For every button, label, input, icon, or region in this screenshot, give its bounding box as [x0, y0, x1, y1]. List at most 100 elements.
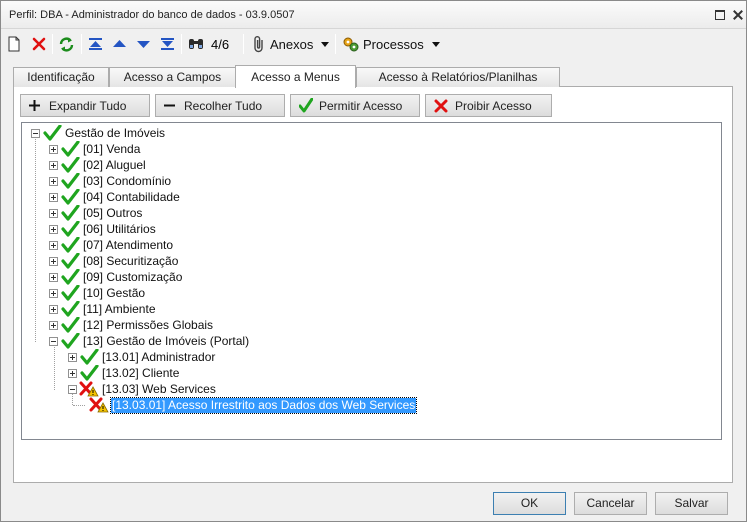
expand-icon[interactable]: [68, 352, 77, 362]
allowed-check-icon: [60, 140, 80, 157]
recolher-tudo-label: Recolher Tudo: [184, 98, 263, 113]
tree-node[interactable]: [05] Outros: [49, 204, 143, 221]
tree-node-label: [13.03.01] Acesso Irrestrito aos Dados d…: [109, 396, 418, 414]
tree-node-label: [04] Contabilidade: [83, 189, 180, 204]
gears-icon: [342, 35, 360, 53]
tree-node-label: [12] Permissões Globais: [83, 317, 214, 332]
tree-node[interactable]: [04] Contabilidade: [49, 188, 181, 205]
proibir-acesso-button[interactable]: Proibir Acesso: [425, 94, 552, 117]
allowed-check-icon: [60, 188, 80, 205]
tree-node-label: Gestão de Imóveis: [65, 125, 166, 140]
processos-dropdown-icon: [431, 41, 440, 47]
tab-acesso-relatorios[interactable]: Acesso à Relatórios/Planilhas: [356, 67, 560, 87]
collapse-icon[interactable]: [68, 384, 77, 394]
tree-node-label: [13.02] Cliente: [102, 365, 180, 380]
collapse-icon[interactable]: [31, 128, 40, 138]
allowed-check-icon: [60, 300, 80, 317]
tree-node[interactable]: [06] Utilitários: [49, 220, 157, 237]
new-record-icon[interactable]: [7, 33, 21, 55]
tree-node-label: [01] Venda: [83, 141, 141, 156]
tree-node-label: [10] Gestão: [83, 285, 146, 300]
tree-node[interactable]: [10] Gestão: [49, 284, 146, 301]
expandir-tudo-button[interactable]: Expandir Tudo: [20, 94, 150, 117]
permitir-acesso-label: Permitir Acesso: [319, 98, 403, 113]
previous-record-icon[interactable]: [112, 33, 127, 55]
expand-icon[interactable]: [49, 256, 58, 266]
expand-icon[interactable]: [49, 320, 58, 330]
allowed-check-icon: [60, 332, 80, 349]
anexos-dropdown-icon: [321, 41, 330, 47]
tab-acesso-menus[interactable]: Acesso a Menus: [235, 65, 356, 88]
tree-node[interactable]: [07] Atendimento: [49, 236, 174, 253]
tree-node[interactable]: [12] Permissões Globais: [49, 316, 214, 333]
salvar-button[interactable]: Salvar: [655, 492, 728, 515]
allowed-check-icon: [60, 268, 80, 285]
cancelar-button[interactable]: Cancelar: [574, 492, 647, 515]
tree-node[interactable]: [11] Ambiente: [49, 300, 157, 317]
tab-identificacao[interactable]: Identificação: [13, 67, 109, 87]
tab-strip: Identificação Acesso a Campos Acesso a M…: [13, 65, 733, 88]
refresh-icon[interactable]: [58, 33, 75, 55]
tree-node-label: [07] Atendimento: [83, 237, 174, 252]
menu-permissions-tree[interactable]: Gestão de Imóveis [01] Venda [02] Alugue…: [21, 122, 722, 440]
tree-node[interactable]: [01] Venda: [49, 140, 141, 157]
close-icon[interactable]: [731, 8, 744, 21]
expand-icon[interactable]: [49, 272, 58, 282]
toolbar: 4/6 Anexos Processos: [1, 30, 746, 58]
expand-icon[interactable]: [49, 224, 58, 234]
tree-node-label: [02] Aluguel: [83, 157, 146, 172]
main-window: Perfil: DBA - Administrador do banco de …: [0, 0, 747, 522]
collapse-icon[interactable]: [49, 336, 58, 346]
expand-icon[interactable]: [68, 368, 77, 378]
window-title: Perfil: DBA - Administrador do banco de …: [9, 9, 295, 21]
allowed-check-icon: [60, 156, 80, 173]
recolher-tudo-button[interactable]: Recolher Tudo: [155, 94, 285, 117]
allowed-check-icon: [60, 316, 80, 333]
expand-icon[interactable]: [49, 192, 58, 202]
tab-acesso-campos[interactable]: Acesso a Campos: [109, 67, 236, 87]
binoculars-icon[interactable]: [187, 33, 205, 55]
expand-icon[interactable]: [49, 160, 58, 170]
expand-icon[interactable]: [49, 304, 58, 314]
tree-node[interactable]: [02] Aluguel: [49, 156, 147, 173]
tree-node[interactable]: [03] Condomínio: [49, 172, 172, 189]
anexos-menu[interactable]: Anexos: [251, 33, 330, 55]
tree-node[interactable]: [13.02] Cliente: [68, 364, 180, 381]
delete-icon[interactable]: [31, 33, 47, 55]
first-record-icon[interactable]: [88, 33, 103, 55]
tree-node-label: [13.03] Web Services: [102, 381, 216, 396]
restore-icon[interactable]: [713, 8, 726, 21]
plus-icon: [29, 100, 40, 111]
expand-icon[interactable]: [49, 240, 58, 250]
processos-menu[interactable]: Processos: [342, 33, 440, 55]
last-record-icon[interactable]: [160, 33, 175, 55]
tree-node-root[interactable]: Gestão de Imóveis: [31, 124, 166, 141]
paperclip-icon: [251, 35, 267, 53]
permitir-acesso-button[interactable]: Permitir Acesso: [290, 94, 420, 117]
tree-node-label: [06] Utilitários: [83, 221, 156, 236]
denied-warning-icon: [79, 381, 99, 397]
allowed-check-icon: [60, 220, 80, 237]
expand-icon[interactable]: [49, 176, 58, 186]
tree-node-label: [11] Ambiente: [83, 301, 156, 316]
denied-warning-icon: [89, 397, 109, 413]
processos-label: Processos: [363, 36, 424, 52]
expand-icon[interactable]: [49, 208, 58, 218]
tree-node[interactable]: [13] Gestão de Imóveis (Portal): [49, 332, 250, 349]
tree-node-label: [09] Customização: [83, 269, 183, 284]
allowed-check-icon: [60, 284, 80, 301]
tree-node-label: [05] Outros: [83, 205, 143, 220]
expand-icon[interactable]: [49, 144, 58, 154]
allowed-check-icon: [60, 252, 80, 269]
tree-node-label: [03] Condomínio: [83, 173, 172, 188]
expand-icon[interactable]: [49, 288, 58, 298]
tree-node[interactable]: [08] Securitização: [49, 252, 179, 269]
allowed-check-icon: [60, 236, 80, 253]
tree-node-selected[interactable]: [13.03.01] Acesso Irrestrito aos Dados d…: [89, 396, 418, 414]
title-bar: Perfil: DBA - Administrador do banco de …: [1, 1, 746, 29]
tree-node[interactable]: [13.01] Administrador: [68, 348, 216, 365]
tree-node[interactable]: [09] Customização: [49, 268, 183, 285]
tree-node[interactable]: [13.03] Web Services: [68, 381, 217, 397]
ok-button[interactable]: OK: [493, 492, 566, 515]
next-record-icon[interactable]: [136, 33, 151, 55]
